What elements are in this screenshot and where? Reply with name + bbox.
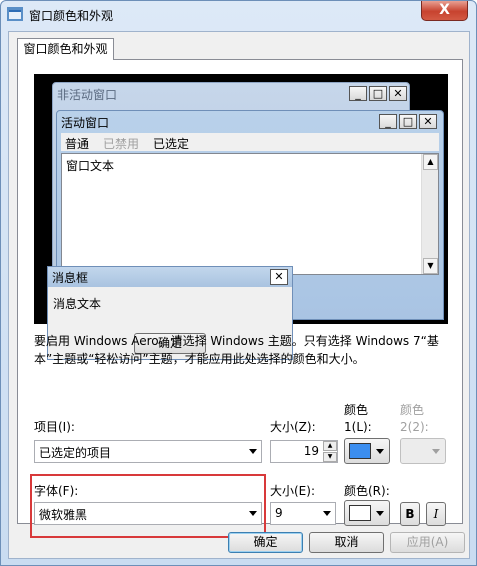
italic-button[interactable]: I	[426, 502, 446, 526]
color1-swatch	[349, 443, 371, 459]
bold-button[interactable]: B	[400, 502, 420, 526]
active-window-title: 活动窗口	[61, 116, 110, 130]
preview-scrollbar[interactable]: ▲ ▼	[421, 154, 438, 274]
font-color-swatch	[349, 505, 371, 521]
item-label: 项目(I):	[34, 420, 75, 434]
preview-menu-bar: 普通 已禁用 已选定	[61, 133, 439, 151]
close-button[interactable]: X	[421, 1, 468, 21]
item-size-label: 大小(Z):	[270, 420, 316, 434]
font-size-select[interactable]: 9	[270, 502, 336, 525]
menu-item-normal[interactable]: 普通	[65, 135, 89, 152]
minimize-icon: _	[379, 114, 397, 129]
apply-button[interactable]: 应用(A)	[390, 532, 465, 553]
message-text: 消息文本	[53, 297, 102, 311]
dialog-client: 窗口颜色和外观 非活动窗口 _ □ ✕ 活动窗口 _ □ ✕ 普通 已禁用 已选…	[8, 31, 470, 559]
chevron-down-icon	[323, 511, 331, 516]
window-text: 窗口文本	[66, 159, 115, 173]
spin-down-icon[interactable]: ▼	[323, 452, 337, 462]
title-bar[interactable]: 窗口颜色和外观 X	[1, 1, 476, 27]
close-icon: ✕	[389, 86, 407, 101]
close-icon: ✕	[270, 269, 288, 285]
maximize-icon: □	[369, 86, 387, 101]
tab-window-color[interactable]: 窗口颜色和外观	[17, 38, 114, 60]
close-icon: X	[439, 2, 450, 18]
chevron-down-icon	[432, 449, 440, 454]
close-icon: ✕	[419, 114, 437, 129]
message-box-title: 消息框	[52, 271, 89, 285]
font-size-label: 大小(E):	[270, 484, 315, 498]
color2-button[interactable]	[400, 438, 446, 464]
inactive-window-title: 非活动窗口	[57, 88, 118, 102]
message-box-title-bar: 消息框 ✕	[48, 267, 292, 287]
item-select-value: 已选定的项目	[39, 446, 112, 460]
maximize-icon: □	[399, 114, 417, 129]
menu-item-disabled[interactable]: 已禁用	[103, 135, 139, 152]
color1-button[interactable]	[344, 438, 390, 464]
font-color-button[interactable]	[344, 500, 390, 526]
cancel-button[interactable]: 取消	[309, 532, 384, 553]
chevron-down-icon	[376, 449, 384, 454]
scroll-down-icon[interactable]: ▼	[423, 258, 438, 274]
minimize-icon: _	[349, 86, 367, 101]
scroll-up-icon[interactable]: ▲	[423, 154, 438, 170]
menu-item-selected[interactable]: 已选定	[153, 135, 189, 152]
appearance-icon	[7, 7, 23, 21]
spin-up-icon[interactable]: ▲	[323, 441, 337, 451]
description-text: 要启用 Windows Aero，请选择 Windows 主题。只有选择 Win…	[34, 334, 439, 366]
font-color-label: 颜色(R):	[344, 484, 390, 498]
dialog-window: 窗口颜色和外观 X 窗口颜色和外观 非活动窗口 _ □ ✕ 活动窗口 _ □ ✕	[0, 0, 477, 566]
window-title: 窗口颜色和外观	[29, 9, 114, 23]
highlight-frame	[30, 474, 266, 538]
item-size-value: 19	[303, 444, 319, 458]
chevron-down-icon	[249, 449, 257, 454]
tab-panel: 非活动窗口 _ □ ✕ 活动窗口 _ □ ✕ 普通 已禁用 已选定 窗口文本 ▲…	[17, 59, 463, 538]
chevron-down-icon	[376, 511, 384, 516]
color2-label: 颜色 2(2):	[400, 403, 429, 434]
preview-client-area[interactable]: 窗口文本 ▲ ▼	[61, 153, 439, 275]
font-size-value: 9	[275, 506, 283, 520]
item-select[interactable]: 已选定的项目	[34, 440, 262, 463]
item-size-stepper[interactable]: 19 ▲ ▼	[270, 440, 338, 463]
ok-button[interactable]: 确定	[228, 532, 303, 553]
color1-label: 颜色 1(L):	[344, 403, 372, 434]
